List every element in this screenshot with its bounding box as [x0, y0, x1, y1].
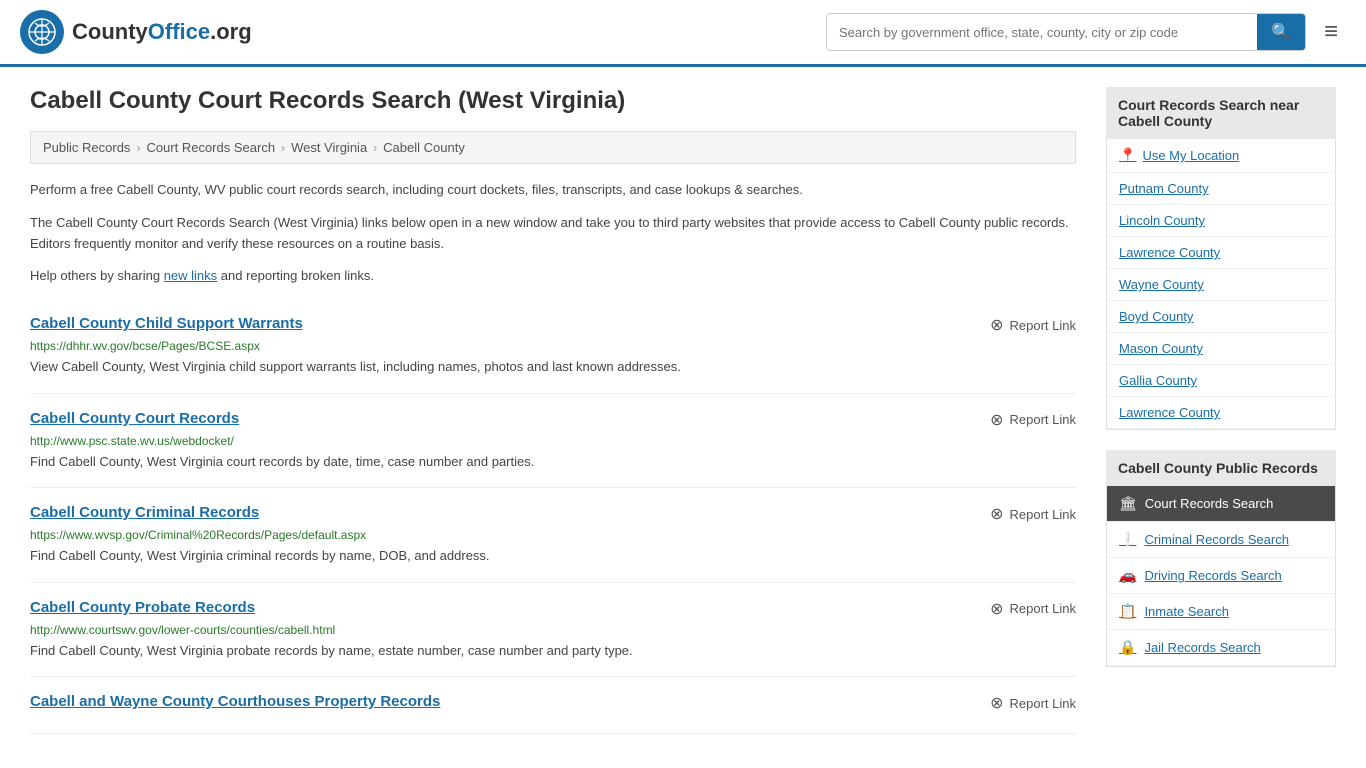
public-records-link-label: Driving Records Search [1144, 568, 1281, 583]
breadcrumb: Public Records › Court Records Search › … [30, 131, 1076, 164]
search-input[interactable] [827, 17, 1257, 48]
public-records-link-icon: 🚗 [1119, 567, 1136, 584]
report-link[interactable]: ⊗ Report Link [990, 504, 1076, 524]
record-header: Cabell County Court Records ⊗ Report Lin… [30, 410, 1076, 430]
record-title[interactable]: Cabell County Criminal Records [30, 504, 259, 521]
description-p3: Help others by sharing new links and rep… [30, 266, 1076, 287]
nearby-links-list: Putnam CountyLincoln CountyLawrence Coun… [1107, 173, 1335, 429]
record-desc: Find Cabell County, West Virginia probat… [30, 641, 1076, 661]
public-records-link[interactable]: ❕ Criminal Records Search [1107, 522, 1335, 558]
search-bar: 🔍 [826, 13, 1306, 51]
breadcrumb-court-records[interactable]: Court Records Search [146, 140, 275, 155]
record-header: Cabell County Probate Records ⊗ Report L… [30, 599, 1076, 619]
public-records-link-label: Jail Records Search [1144, 640, 1260, 655]
logo-text: CountyOffice.org [72, 19, 252, 45]
nearby-county-link[interactable]: Lawrence County [1107, 397, 1335, 429]
nearby-county-link[interactable]: Lawrence County [1107, 237, 1335, 269]
page-title: Cabell County Court Records Search (West… [30, 87, 1076, 115]
nearby-county-link[interactable]: Mason County [1107, 333, 1335, 365]
public-records-link[interactable]: 📋 Inmate Search [1107, 594, 1335, 630]
public-records-link-label: Court Records Search [1145, 496, 1274, 511]
record-item: Cabell County Criminal Records ⊗ Report … [30, 488, 1076, 583]
record-url[interactable]: http://www.psc.state.wv.us/webdocket/ [30, 434, 1076, 448]
main-container: Cabell County Court Records Search (West… [0, 67, 1366, 754]
record-title[interactable]: Cabell County Probate Records [30, 599, 255, 616]
records-list: Cabell County Child Support Warrants ⊗ R… [30, 299, 1076, 734]
record-desc: View Cabell County, West Virginia child … [30, 357, 1076, 377]
nearby-links-container: 📍 Use My Location Putnam CountyLincoln C… [1106, 139, 1336, 430]
public-records-links-container: 🏛 Court Records Search ❕ Criminal Records S… [1106, 486, 1336, 667]
record-header: Cabell County Criminal Records ⊗ Report … [30, 504, 1076, 524]
hamburger-menu-icon[interactable]: ≡ [1316, 14, 1346, 50]
record-desc: Find Cabell County, West Virginia crimin… [30, 546, 1076, 566]
public-records-link-label: Inmate Search [1144, 604, 1229, 619]
description-p2: The Cabell County Court Records Search (… [30, 213, 1076, 255]
content-area: Cabell County Court Records Search (West… [30, 87, 1076, 734]
nearby-section-title: Court Records Search near Cabell County [1106, 87, 1336, 139]
record-desc: Find Cabell County, West Virginia court … [30, 452, 1076, 472]
nearby-county-link[interactable]: Boyd County [1107, 301, 1335, 333]
breadcrumb-sep-3: › [373, 141, 377, 155]
record-item: Cabell County Child Support Warrants ⊗ R… [30, 299, 1076, 394]
public-records-link-label: Criminal Records Search [1144, 532, 1289, 547]
nearby-county-link[interactable]: Lincoln County [1107, 205, 1335, 237]
nearby-county-link[interactable]: Putnam County [1107, 173, 1335, 205]
report-icon: ⊗ [990, 504, 1003, 524]
report-link[interactable]: ⊗ Report Link [990, 315, 1076, 335]
record-header: Cabell County Child Support Warrants ⊗ R… [30, 315, 1076, 335]
public-records-link-icon: 🔒 [1119, 639, 1136, 656]
use-my-location-label: Use My Location [1142, 148, 1239, 163]
sidebar: Court Records Search near Cabell County … [1106, 87, 1336, 734]
record-title[interactable]: Cabell County Child Support Warrants [30, 315, 303, 332]
public-records-links-list: 🏛 Court Records Search ❕ Criminal Records S… [1107, 486, 1335, 666]
record-title[interactable]: Cabell and Wayne County Courthouses Prop… [30, 693, 440, 710]
record-url[interactable]: https://www.wvsp.gov/Criminal%20Records/… [30, 528, 1076, 542]
use-my-location[interactable]: 📍 Use My Location [1107, 139, 1335, 173]
header-right: 🔍 ≡ [826, 13, 1346, 51]
breadcrumb-cabell-county[interactable]: Cabell County [383, 140, 465, 155]
nearby-county-link[interactable]: Gallia County [1107, 365, 1335, 397]
record-url[interactable]: https://dhhr.wv.gov/bcse/Pages/BCSE.aspx [30, 339, 1076, 353]
record-url[interactable]: http://www.courtswv.gov/lower-courts/cou… [30, 623, 1076, 637]
report-link[interactable]: ⊗ Report Link [990, 599, 1076, 619]
record-item: Cabell and Wayne County Courthouses Prop… [30, 677, 1076, 734]
public-records-link-icon: 📋 [1119, 603, 1136, 620]
report-icon: ⊗ [990, 410, 1003, 430]
breadcrumb-sep-1: › [136, 141, 140, 155]
report-link[interactable]: ⊗ Report Link [990, 410, 1076, 430]
description-p1: Perform a free Cabell County, WV public … [30, 180, 1076, 201]
breadcrumb-sep-2: › [281, 141, 285, 155]
breadcrumb-public-records[interactable]: Public Records [43, 140, 130, 155]
record-title[interactable]: Cabell County Court Records [30, 410, 239, 427]
record-item: Cabell County Probate Records ⊗ Report L… [30, 583, 1076, 678]
search-button[interactable]: 🔍 [1257, 14, 1305, 50]
nearby-county-link[interactable]: Wayne County [1107, 269, 1335, 301]
public-records-link[interactable]: 🏛 Court Records Search [1107, 486, 1335, 522]
location-icon: 📍 [1119, 147, 1136, 164]
report-icon: ⊗ [990, 599, 1003, 619]
public-records-link[interactable]: 🚗 Driving Records Search [1107, 558, 1335, 594]
report-link[interactable]: ⊗ Report Link [990, 693, 1076, 713]
breadcrumb-west-virginia[interactable]: West Virginia [291, 140, 367, 155]
public-records-section-title: Cabell County Public Records [1106, 450, 1336, 486]
report-icon: ⊗ [990, 315, 1003, 335]
logo-icon [20, 10, 64, 54]
public-records-link-icon: 🏛 [1119, 495, 1137, 512]
record-header: Cabell and Wayne County Courthouses Prop… [30, 693, 1076, 713]
record-item: Cabell County Court Records ⊗ Report Lin… [30, 394, 1076, 489]
public-records-link-icon: ❕ [1119, 531, 1136, 548]
report-icon: ⊗ [990, 693, 1003, 713]
new-links-link[interactable]: new links [164, 268, 217, 283]
logo-area: CountyOffice.org [20, 10, 252, 54]
site-header: CountyOffice.org 🔍 ≡ [0, 0, 1366, 67]
public-records-link[interactable]: 🔒 Jail Records Search [1107, 630, 1335, 666]
